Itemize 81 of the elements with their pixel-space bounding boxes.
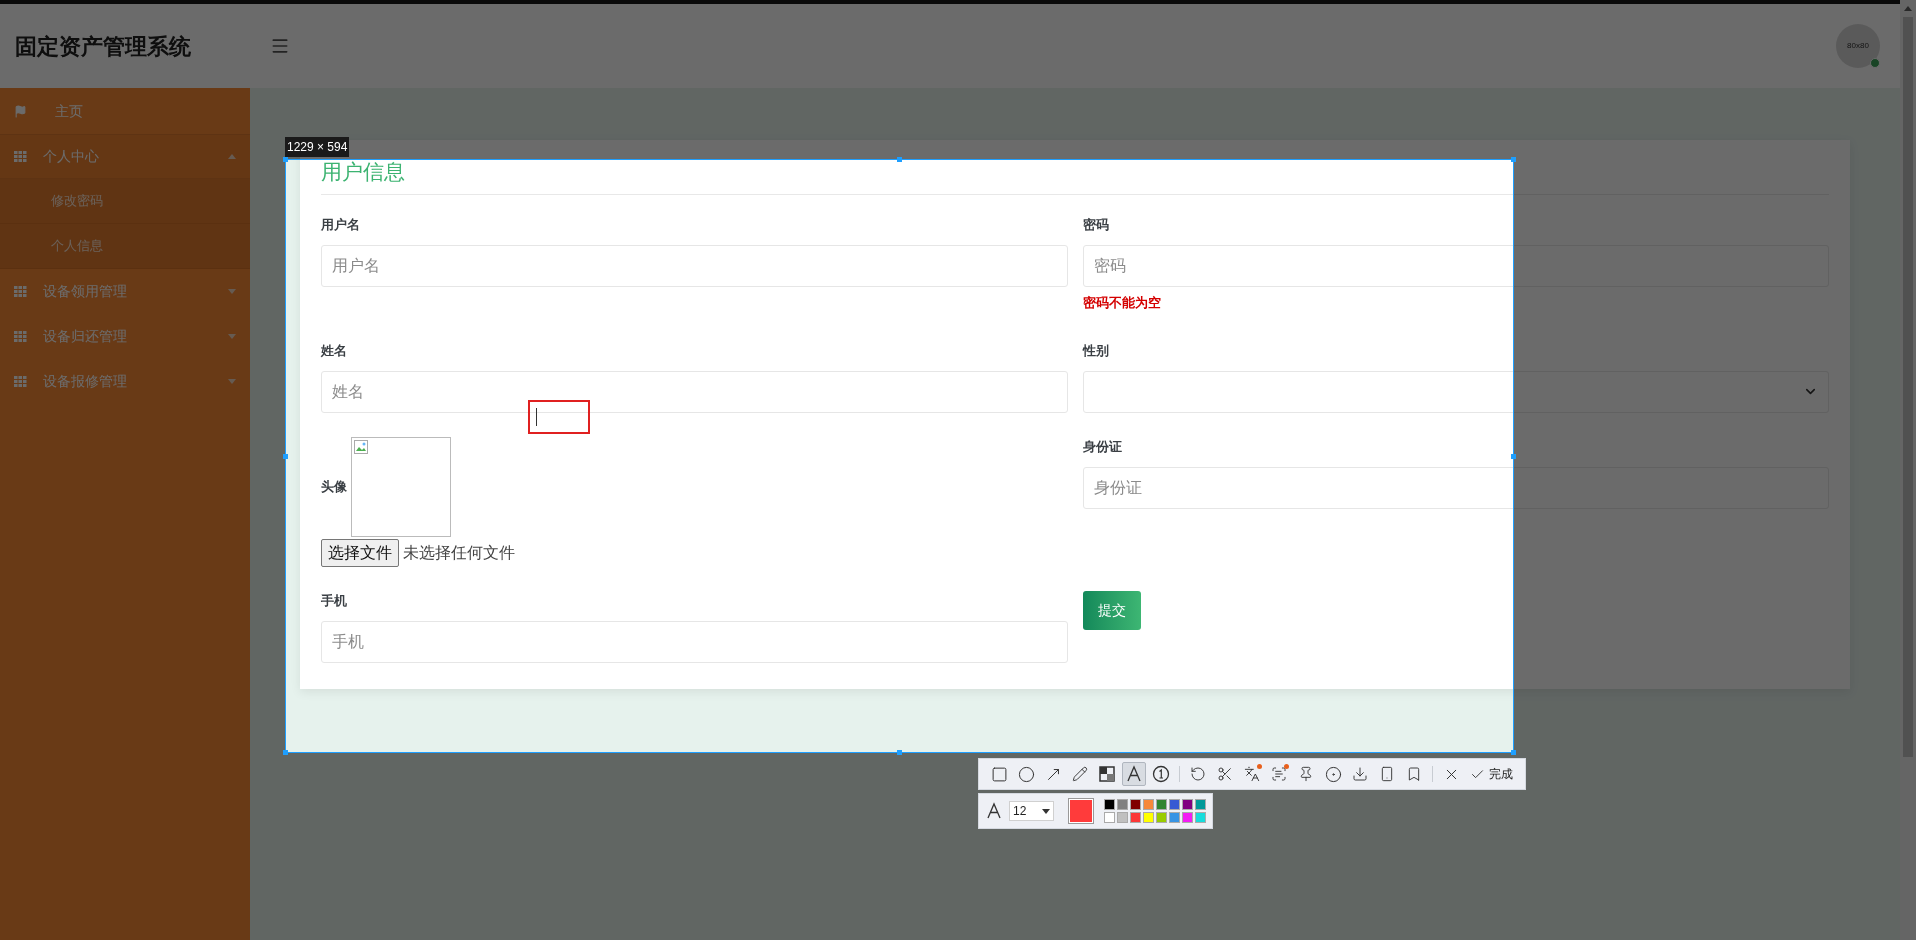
text-field[interactable]: 用户名 [321,244,1068,287]
bookmark-icon [1406,766,1422,782]
palette-swatch[interactable] [1182,812,1193,823]
palette-swatch[interactable] [1143,812,1154,823]
broken-image-icon [354,439,368,454]
text-icon [1125,765,1143,783]
rectangle-icon [990,765,1008,783]
download-icon [1352,766,1368,782]
flag-icon [14,105,27,118]
choose-file-button[interactable]: 选择文件 [321,538,399,567]
text-field[interactable]: 身份证 [1082,466,1829,509]
dropdown-caret-icon [1042,808,1050,814]
submit-button[interactable]: 提交 [1082,590,1141,630]
text-tool[interactable] [1122,762,1146,786]
palette-swatch[interactable] [1130,812,1141,823]
grid-icon [14,286,27,297]
grid-icon [14,376,27,387]
card-title: 用户信息 [321,159,405,185]
palette-swatch[interactable] [1104,812,1115,823]
scissors-icon [1217,766,1233,782]
text-field[interactable]: 姓名 [321,370,1068,413]
caret-icon [228,379,236,384]
resize-handle[interactable] [283,157,288,162]
palette-swatch[interactable] [1182,799,1193,810]
app-title: 固定资产管理系统 [15,32,192,61]
text-annotation-box[interactable] [528,400,590,434]
field-label: 身份证 [1082,437,1122,456]
font-icon [985,802,1003,820]
scroll-up-arrow-icon[interactable] [1904,6,1912,11]
undo-icon [1190,766,1206,782]
selection-size-label: 1229 × 594 [285,137,350,157]
mosaic-icon [1098,765,1116,783]
done-button[interactable]: 完成 [1466,762,1517,786]
field-label: 用户名 [321,215,360,234]
grid-icon [14,331,27,342]
palette-swatch[interactable] [1169,799,1180,810]
file-status: 未选择任何文件 [403,542,515,563]
phone-icon [1379,766,1395,782]
palette-swatch[interactable] [1195,812,1206,823]
text-field[interactable]: 密码 [1082,244,1829,287]
resize-handle[interactable] [1511,157,1516,162]
resize-handle[interactable] [283,454,288,459]
pencil-icon [1072,766,1088,782]
resize-handle[interactable] [1511,454,1516,459]
scan-text-icon [1271,766,1287,782]
font-size-dropdown[interactable]: 12 [1009,801,1054,821]
text-field[interactable]: 手机 [321,620,1068,663]
field-label: 头像 [321,477,347,496]
grid-icon [14,151,27,162]
field-label: 姓名 [321,341,347,360]
resize-handle[interactable] [897,157,902,162]
palette-swatch[interactable] [1156,812,1167,823]
field-label: 性别 [1082,341,1109,360]
caret-icon [228,334,236,339]
palette-swatch[interactable] [1143,799,1154,810]
resize-handle[interactable] [1511,750,1516,755]
palette-swatch[interactable] [1169,812,1180,823]
caret-icon [228,154,236,159]
field-label: 密码 [1082,215,1109,234]
select-field[interactable] [1082,370,1829,413]
resize-handle[interactable] [897,750,902,755]
translate-icon [1244,766,1260,782]
record-icon [1324,765,1342,783]
pin-icon [1298,766,1314,782]
numbered-circle-icon [1152,765,1170,783]
palette-swatch[interactable] [1195,799,1206,810]
sidebar-subitem[interactable]: 个人信息 [0,224,250,269]
caret-icon [228,289,236,294]
resize-handle[interactable] [283,750,288,755]
sidebar-subitem[interactable]: 修改密码 [0,179,250,224]
text-cursor-icon [536,408,537,426]
palette-swatch[interactable] [1117,799,1128,810]
palette-swatch[interactable] [1117,812,1128,823]
palette-swatch[interactable] [1104,799,1115,810]
menu-icon[interactable] [270,36,290,56]
error-message: 密码不能为空 [1082,293,1161,312]
field-label: 手机 [321,591,347,610]
palette-swatch[interactable] [1130,799,1141,810]
sidebar-item[interactable]: 个人中心 [0,134,250,179]
circle-icon [1017,765,1035,783]
palette-swatch[interactable] [1156,799,1167,810]
